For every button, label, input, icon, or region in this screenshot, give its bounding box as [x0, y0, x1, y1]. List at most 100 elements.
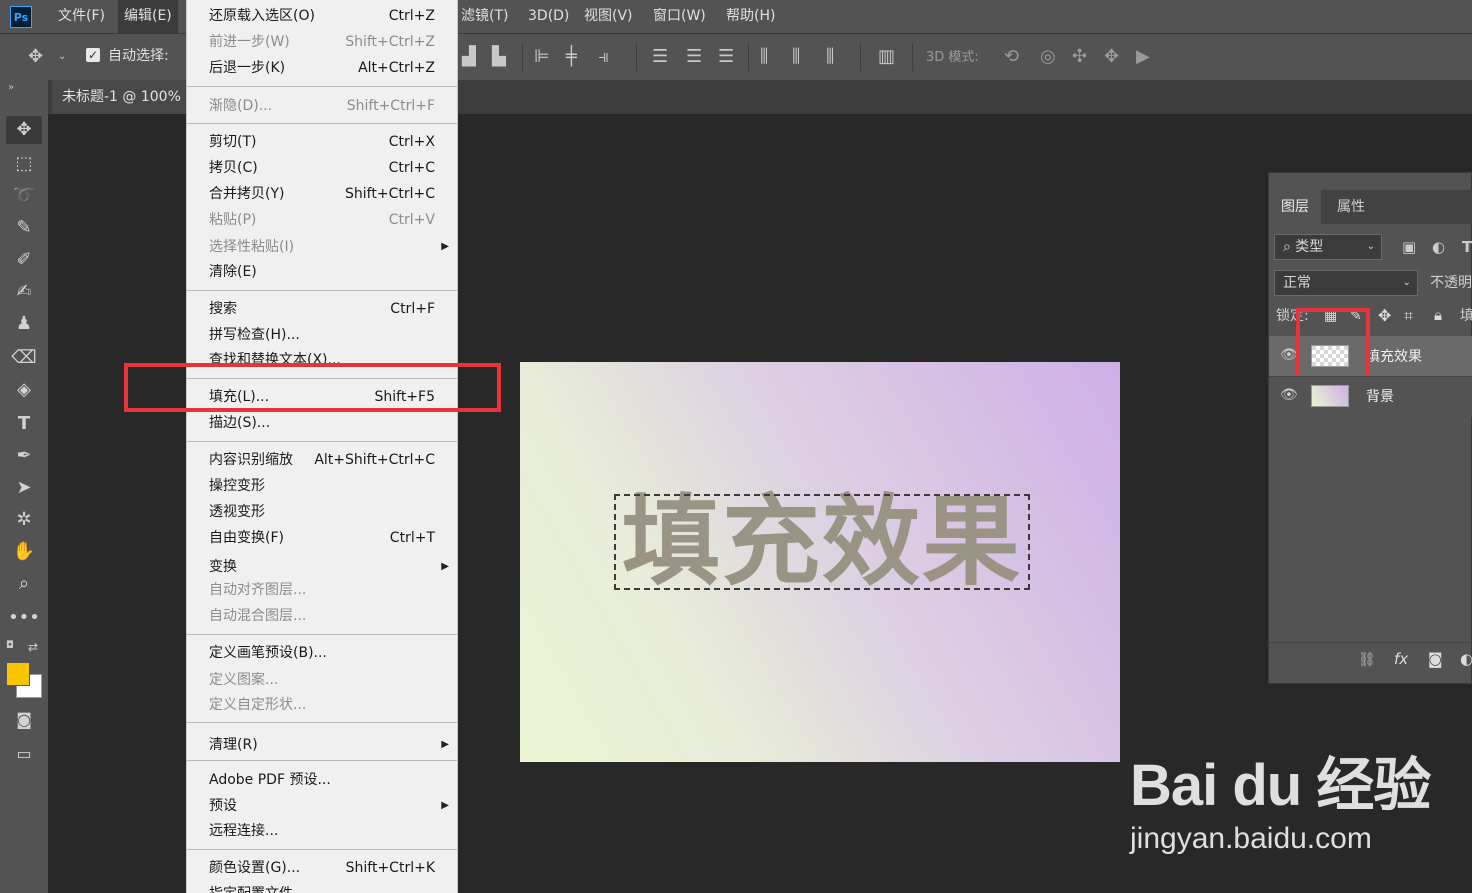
- visibility-eye-icon[interactable]: 👁︎: [1280, 387, 1298, 403]
- type-filter-icon[interactable]: T: [1462, 238, 1472, 256]
- align-bottom-edge-icon[interactable]: ▙: [492, 47, 506, 67]
- menu-item[interactable]: 拷贝(C) Ctrl+C: [187, 155, 457, 181]
- menu-item[interactable]: 描边(S)...: [187, 410, 457, 436]
- menu-item[interactable]: 远程连接...: [187, 818, 457, 844]
- menu-edit[interactable]: 编辑(E): [118, 0, 178, 33]
- eyedropper-tool-icon[interactable]: ✐: [6, 246, 42, 274]
- menu-item-label: 指定配置文件...: [209, 881, 306, 893]
- collapse-toolbox-icon[interactable]: »: [8, 82, 14, 93]
- move-tool-icon[interactable]: ✥: [6, 116, 42, 144]
- fill-label: 填: [1460, 308, 1472, 324]
- more-tools-icon[interactable]: •••: [6, 604, 42, 632]
- menu-item[interactable]: 内容识别缩放 Alt+Shift+Ctrl+C: [187, 447, 457, 473]
- 3d-orbit-icon[interactable]: ⟲: [1004, 47, 1019, 67]
- menu-item[interactable]: 定义画笔预设(B)...: [187, 640, 457, 666]
- document-tab[interactable]: 未标题-1 @ 100%: [52, 80, 192, 114]
- 3d-roll-icon[interactable]: ◎: [1040, 47, 1056, 67]
- distribute-hcenter-icon[interactable]: ╪: [566, 47, 577, 67]
- screen-mode-icon[interactable]: ▭: [6, 740, 42, 768]
- menu-item[interactable]: 预设 ▶: [187, 793, 457, 819]
- menu-item[interactable]: 清除(E): [187, 259, 457, 285]
- quick-mask-icon[interactable]: ◙: [6, 706, 42, 734]
- blend-mode-select[interactable]: 正常 ⌄: [1274, 270, 1418, 296]
- 3d-camera-icon[interactable]: ▶: [1136, 47, 1150, 67]
- distribute-bottom-icon[interactable]: ☰: [718, 47, 734, 67]
- menu-window[interactable]: 窗口(W): [653, 0, 706, 33]
- menu-3d[interactable]: 3D(D): [528, 0, 569, 33]
- adjustment-filter-icon[interactable]: ◐: [1432, 238, 1445, 256]
- distribute-hr-icon[interactable]: ⫼: [826, 47, 834, 67]
- menu-item-label: 定义图案...: [209, 672, 279, 688]
- distribute-h-icon[interactable]: ⫼: [760, 47, 768, 67]
- brush-tool-icon[interactable]: ✍: [6, 278, 42, 306]
- tab-properties[interactable]: 属性: [1325, 190, 1377, 224]
- chevron-down-icon[interactable]: ⌄: [58, 47, 66, 67]
- menu-item[interactable]: 搜索 Ctrl+F: [187, 296, 457, 322]
- zoom-tool-icon[interactable]: ⌕: [6, 570, 42, 598]
- menu-item[interactable]: 自由变换(F) Ctrl+T: [187, 525, 457, 551]
- type-tool-icon[interactable]: T: [6, 410, 42, 438]
- menu-item-label: 远程连接...: [209, 823, 279, 839]
- 3d-slide-icon[interactable]: ✥: [1104, 47, 1119, 67]
- default-colors-icon[interactable]: ◘: [6, 640, 14, 651]
- menu-item-label: 搜索: [209, 301, 237, 317]
- distribute-top-icon[interactable]: ☰: [652, 47, 668, 67]
- tab-layers[interactable]: 图层: [1269, 190, 1321, 224]
- fx-icon[interactable]: fx: [1394, 650, 1408, 668]
- menu-item-shortcut: Ctrl+X: [388, 134, 435, 150]
- distribute-left-icon[interactable]: ⊫: [534, 47, 550, 67]
- distribute-hc-icon[interactable]: ⫼: [792, 47, 800, 67]
- distribute-right-icon[interactable]: ⫣: [598, 47, 609, 67]
- foreground-color-swatch[interactable]: [6, 662, 30, 686]
- swap-colors-icon[interactable]: ⇄: [28, 640, 38, 654]
- link-layers-icon[interactable]: ⛓: [1358, 652, 1376, 668]
- marquee-tool-icon[interactable]: ⬚: [6, 150, 42, 178]
- menu-filter[interactable]: 滤镜(T): [461, 0, 508, 33]
- custom-shape-tool-icon[interactable]: ✲: [6, 506, 42, 534]
- auto-select-checkbox[interactable]: ✓: [86, 48, 100, 62]
- menu-item[interactable]: 剪切(T) Ctrl+X: [187, 129, 457, 155]
- menu-item[interactable]: 指定配置文件...: [187, 881, 457, 893]
- menu-item: 前进一步(W) Shift+Ctrl+Z: [187, 29, 457, 55]
- move-tool-option-icon[interactable]: ✥: [28, 47, 43, 67]
- pen-tool-icon[interactable]: ✒: [6, 442, 42, 470]
- menu-item-label: 渐隐(D)...: [209, 98, 273, 114]
- menu-view[interactable]: 视图(V): [584, 0, 633, 33]
- menu-item-label: 颜色设置(G)...: [209, 860, 301, 876]
- menu-item[interactable]: 拼写检查(H)...: [187, 322, 457, 348]
- menu-item[interactable]: 合并拷贝(Y) Shift+Ctrl+C: [187, 181, 457, 207]
- baidu-jingyan-watermark-logo: Bai du 经验: [1130, 753, 1431, 818]
- menu-item[interactable]: 还原载入选区(O) Ctrl+Z: [187, 3, 457, 29]
- menu-help[interactable]: 帮助(H): [726, 0, 775, 33]
- paint-bucket-tool-icon[interactable]: ◈: [6, 376, 42, 404]
- magic-wand-tool-icon[interactable]: ✎: [6, 214, 42, 242]
- add-mask-icon[interactable]: ◙: [1428, 650, 1443, 668]
- 3d-mode-label: 3D 模式:: [926, 50, 979, 65]
- submenu-arrow-icon: ▶: [441, 241, 449, 252]
- lasso-tool-icon[interactable]: ➰: [6, 182, 42, 210]
- lock-artboard-icon[interactable]: ⌗: [1404, 306, 1413, 326]
- 3d-pan-icon[interactable]: ✣: [1072, 47, 1087, 67]
- hand-tool-icon[interactable]: ✋: [6, 538, 42, 566]
- adjustment-layer-icon[interactable]: ◐: [1460, 650, 1472, 668]
- align-bottom-icon[interactable]: ▟: [462, 47, 476, 67]
- menu-item[interactable]: Adobe PDF 预设...: [187, 767, 457, 793]
- menu-file[interactable]: 文件(F): [58, 0, 105, 33]
- image-filter-icon[interactable]: ▣: [1402, 238, 1416, 256]
- menu-item-label: 定义画笔预设(B)...: [209, 645, 327, 661]
- menu-item[interactable]: 操控变形: [187, 473, 457, 499]
- distribute-vcenter-icon[interactable]: ☰: [686, 47, 702, 67]
- menu-item[interactable]: 后退一步(K) Alt+Ctrl+Z: [187, 55, 457, 81]
- lock-position-icon[interactable]: ✥: [1378, 306, 1391, 325]
- distribute-spacing-icon[interactable]: ▥: [878, 47, 895, 67]
- menu-item[interactable]: 颜色设置(G)... Shift+Ctrl+K: [187, 855, 457, 881]
- eraser-tool-icon[interactable]: ⌫: [6, 344, 42, 372]
- stamp-tool-icon[interactable]: ♟: [6, 310, 42, 338]
- layer-filter-select[interactable]: ⌕ 类型 ⌄: [1274, 234, 1382, 260]
- menu-item[interactable]: 清理(R) ▶: [187, 732, 457, 758]
- document-canvas[interactable]: 填充效果: [520, 362, 1120, 762]
- separator: [636, 43, 637, 71]
- menu-item[interactable]: 透视变形: [187, 499, 457, 525]
- lock-all-icon[interactable]: 🔒︎: [1434, 306, 1442, 324]
- path-selection-tool-icon[interactable]: ➤: [6, 474, 42, 502]
